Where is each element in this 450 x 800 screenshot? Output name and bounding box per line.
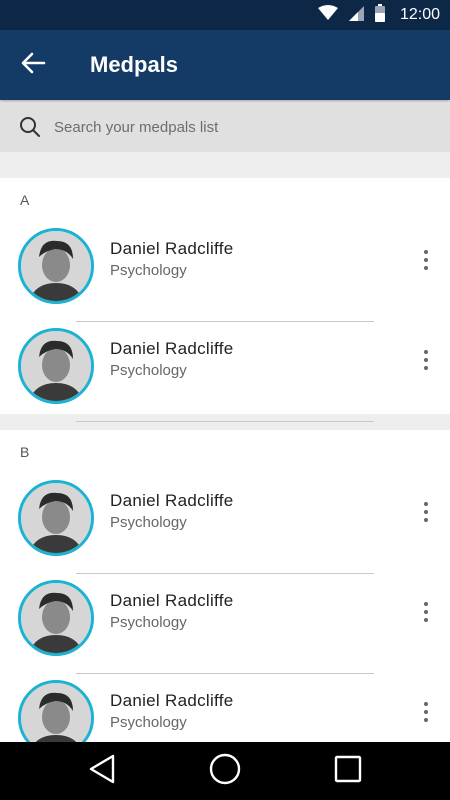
- section-b: B Daniel Radcliffe Psychology Daniel Rad…: [0, 430, 450, 756]
- arrow-left-icon: [20, 52, 46, 79]
- nav-bar: [0, 742, 450, 800]
- item-subtitle: Psychology: [110, 514, 187, 531]
- recents-square-icon: [333, 754, 363, 789]
- nav-home-button[interactable]: [205, 751, 245, 791]
- item-name: Daniel Radcliffe: [110, 239, 234, 258]
- more-vert-icon: [424, 502, 428, 506]
- more-options-button[interactable]: [418, 694, 434, 730]
- item-name: Daniel Radcliffe: [110, 339, 234, 358]
- list-item[interactable]: Daniel Radcliffe Psychology: [0, 574, 450, 674]
- status-time: 12:00: [399, 6, 440, 23]
- back-triangle-icon: [87, 753, 117, 790]
- item-subtitle: Psychology: [110, 614, 187, 631]
- more-options-button[interactable]: [418, 594, 434, 630]
- more-options-button[interactable]: [418, 242, 434, 278]
- back-button[interactable]: [16, 50, 50, 80]
- page-title: Medpals: [90, 52, 179, 77]
- list-item[interactable]: Daniel Radcliffe Psychology: [0, 222, 450, 322]
- list-item[interactable]: Daniel Radcliffe Psychology: [0, 474, 450, 574]
- item-name: Daniel Radcliffe: [110, 691, 234, 710]
- nav-back-button[interactable]: [82, 751, 122, 791]
- more-options-button[interactable]: [418, 494, 434, 530]
- avatar: [18, 328, 94, 404]
- item-subtitle: Psychology: [110, 714, 187, 731]
- avatar: [18, 480, 94, 556]
- signal-icon: [348, 5, 364, 26]
- avatar: [18, 580, 94, 656]
- section-header: B: [20, 444, 30, 460]
- search-bar[interactable]: [0, 102, 450, 152]
- item-name: Daniel Radcliffe: [110, 591, 234, 610]
- wifi-icon: [317, 4, 338, 26]
- nav-recents-button[interactable]: [328, 751, 368, 791]
- item-name: Daniel Radcliffe: [110, 491, 234, 510]
- status-bar: 12:00: [0, 0, 450, 30]
- status-icons: 12:00: [317, 0, 440, 30]
- more-options-button[interactable]: [418, 342, 434, 378]
- app-bar: Medpals: [0, 30, 450, 100]
- section-header: A: [20, 192, 30, 208]
- more-vert-icon: [424, 350, 428, 354]
- more-vert-icon: [424, 250, 428, 254]
- section-a: A Daniel Radcliffe Psychology Daniel Rad…: [0, 178, 450, 422]
- battery-icon: [374, 3, 386, 27]
- search-input[interactable]: [52, 117, 426, 137]
- more-vert-icon: [424, 702, 428, 706]
- list-item[interactable]: Daniel Radcliffe Psychology: [0, 322, 450, 422]
- screen: 12:00 Medpals A: [0, 0, 450, 800]
- avatar: [18, 228, 94, 304]
- more-vert-icon: [424, 602, 428, 606]
- home-circle-icon: [208, 752, 242, 791]
- item-subtitle: Psychology: [110, 262, 187, 279]
- item-subtitle: Psychology: [110, 362, 187, 379]
- divider: [76, 421, 374, 422]
- search-icon: [18, 115, 42, 139]
